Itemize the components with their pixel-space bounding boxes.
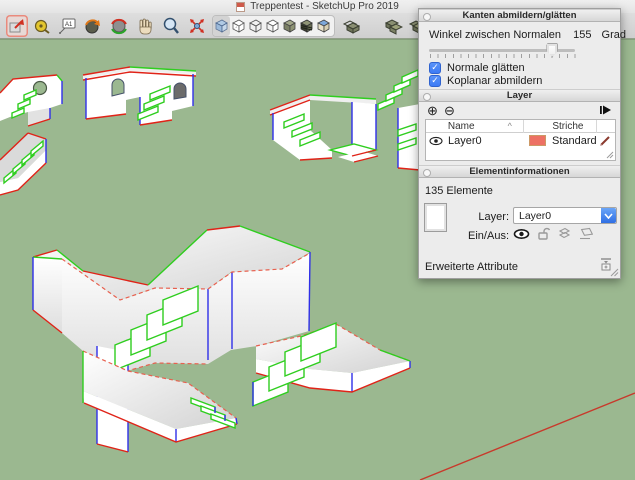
layer-dropdown[interactable]: Layer0 [513,207,617,224]
dropdown-button[interactable] [601,208,616,223]
layer-color-swatch[interactable] [529,135,546,146]
name-column-header[interactable]: Name [446,121,508,132]
stacked-cubes-2-button[interactable] [382,15,404,37]
label-tool-button[interactable]: A1 [56,15,78,37]
textured-cube-icon [299,18,314,34]
back-edges-cube-icon [231,18,246,34]
angle-slider[interactable] [429,42,575,58]
face-style-shaded-button[interactable] [281,16,298,36]
pencil-icon [599,135,611,147]
eye-icon [429,136,443,146]
layer-visible-toggle[interactable] [426,136,446,146]
soften-coplanar-checkbox-row: ✓ Koplanar abmildern [429,74,542,87]
smooth-normals-checkbox-row: ✓ Normale glätten [429,61,525,74]
soften-coplanar-checkbox[interactable]: ✓ [429,75,441,87]
layers-panel-title: Layer [507,90,532,101]
inspector-tray: Kanten abmildern/glätten Winkel zwischen… [418,8,621,279]
zoom-extents-icon [187,16,207,36]
face-style-wireframe-button[interactable] [247,16,264,36]
angle-label: Winkel zwischen Normalen [429,29,561,41]
document-proxy-icon [236,2,245,12]
advanced-attributes-label: Erweiterte Attribute [425,261,518,273]
orbit-icon [109,16,129,36]
follow-me-tool-button[interactable] [81,15,103,37]
label-icon: A1 [57,16,77,36]
action-arrow-icon [599,104,612,116]
pan-tool-button[interactable] [134,15,156,37]
stacked-cubes-1-button[interactable] [340,15,362,37]
tape-measure-icon [32,16,52,36]
face-style-xray-button[interactable] [213,16,230,36]
stacked-cubes-2-icon [383,16,403,36]
smooth-normals-checkbox[interactable]: ✓ [429,62,441,74]
select-scale-tool-button[interactable] [6,15,28,37]
stacked-cubes-1-icon [341,16,361,36]
wireframe-cube-icon [248,18,263,34]
window-title: Treppentest - SketchUp Pro 2019 [250,1,399,12]
face-style-textured-button[interactable] [298,16,315,36]
shaded-cube-icon [282,18,297,34]
receive-shadows-icon[interactable] [557,227,571,240]
layer-row-layer0[interactable]: Layer0 Standard [426,133,615,148]
layer-field-label: Layer: [457,211,509,223]
remove-layer-button[interactable]: ⊖ [444,104,455,117]
entity-preview-thumbnail [424,203,447,232]
entity-info-panel-header[interactable]: Elementinformationen [419,165,620,178]
layers-panel-header[interactable]: Layer [419,89,620,102]
entity-info-panel: Elementinformationen 135 Elemente Layer:… [419,165,620,278]
layers-table-header: Name ^ Striche [426,120,615,133]
smooth-normals-label: Normale glätten [447,62,525,74]
zoom-magnifier-icon [161,16,181,36]
layers-panel: Layer ⊕ ⊖ Name ^ Striche [419,89,620,165]
entity-toggles [513,227,593,240]
orbit-tool-button[interactable] [108,15,130,37]
unlock-icon[interactable] [537,227,550,240]
layer-dropdown-value: Layer0 [514,208,601,223]
xray-cube-icon [214,18,229,34]
soften-edges-panel-title: Kanten abmildern/glätten [462,10,576,21]
add-layer-button[interactable]: ⊕ [427,104,438,117]
soften-coplanar-label: Koplanar abmildern [447,75,542,87]
cast-shadows-icon[interactable] [578,227,593,240]
soften-edges-panel-header[interactable]: Kanten abmildern/glätten [419,9,620,22]
layer-name[interactable]: Layer0 [446,135,508,147]
selection-count: 135 Elemente [425,185,493,197]
panel-collapse-toggle[interactable] [423,169,431,177]
face-style-hidden-line-button[interactable] [264,16,281,36]
monochrome-cube-icon [316,18,331,34]
chevron-down-icon [604,213,613,219]
layers-table: Name ^ Striche Layer0 [425,119,616,161]
app-window: Treppentest - SketchUp Pro 2019 A1 [0,0,635,480]
face-style-back-edges-button[interactable] [230,16,247,36]
panel-collapse-toggle[interactable] [423,93,431,101]
angle-unit: Grad [602,29,626,41]
toggles-label: Ein/Aus: [457,230,509,242]
zoom-tool-button[interactable] [160,15,182,37]
soften-edges-panel: Kanten abmildern/glätten Winkel zwischen… [419,9,620,89]
sort-ascending-indicator: ^ [508,121,524,131]
face-style-group [212,15,335,37]
table-resize-grip[interactable] [605,150,614,159]
entity-info-panel-title: Elementinformationen [469,166,569,177]
panel-collapse-toggle[interactable] [423,13,431,21]
svg-text:A1: A1 [65,22,73,28]
zoom-extents-tool-button[interactable] [186,15,208,37]
dashes-column-header[interactable]: Striche [550,121,596,132]
panel-resize-grip[interactable] [609,267,619,277]
pan-hand-icon [135,16,155,36]
follow-me-icon [82,16,102,36]
angle-row: Winkel zwischen Normalen 155 Grad [429,29,626,41]
visible-eye-icon[interactable] [513,228,530,240]
tape-measure-tool-button[interactable] [31,15,53,37]
face-style-monochrome-button[interactable] [315,16,332,36]
angle-value: 155 [573,29,591,41]
layer-dashes-value[interactable]: Standard [550,135,596,147]
hidden-line-cube-icon [265,18,280,34]
select-scale-icon [7,16,27,36]
layer-actions-button[interactable] [599,104,612,119]
layer-edit-button[interactable] [596,135,614,147]
